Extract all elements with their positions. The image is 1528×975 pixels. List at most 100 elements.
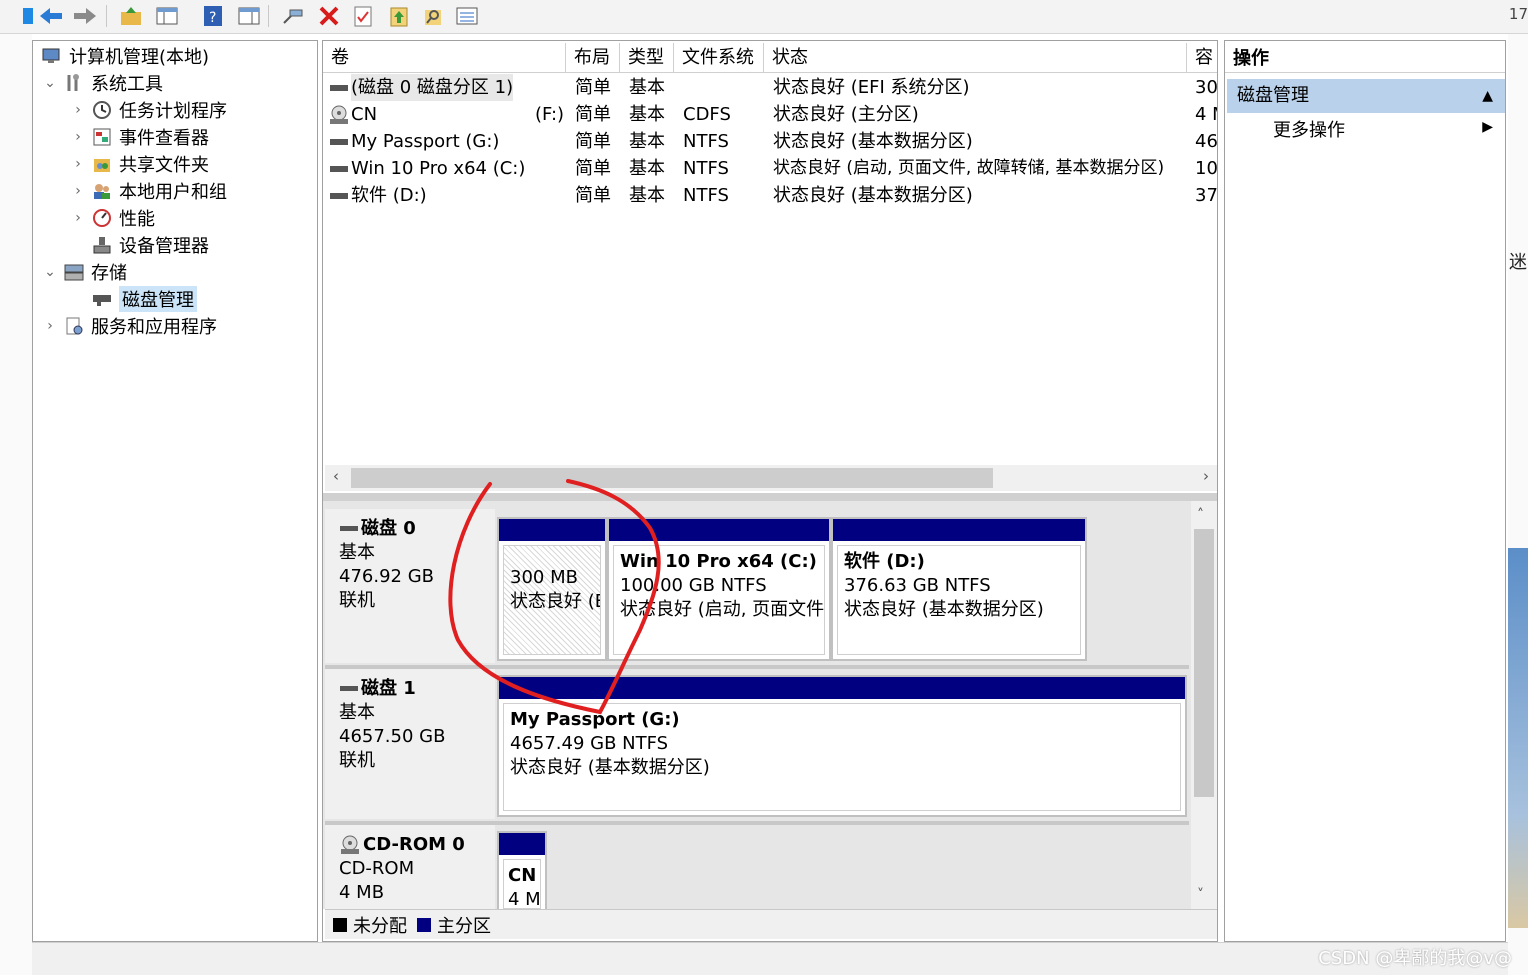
chevron-down-icon[interactable]: ⌄ — [41, 75, 59, 91]
volume-row[interactable]: (磁盘 0 磁盘分区 1) 简单 基本 状态良好 (EFI 系统分区) 30 — [323, 74, 1217, 101]
actions-pane: 操作 磁盘管理 ▲ 更多操作 ▶ — [1224, 40, 1506, 942]
show-action-pane-icon[interactable] — [236, 3, 262, 29]
connect-drive-icon[interactable] — [280, 3, 306, 29]
partition-legend: 未分配 主分区 — [325, 909, 1217, 939]
chevron-right-icon[interactable]: › — [69, 183, 87, 199]
tree-item-computer-management[interactable]: 计算机管理(本地) — [37, 43, 209, 69]
edge-text: 迷 — [1509, 252, 1527, 273]
disk-graphical-view: 磁盘 0 基本 476.92 GB 联机 300 MB 状态良好 (E Win … — [323, 501, 1217, 909]
column-header-status[interactable]: 状态 — [764, 43, 1187, 73]
toolbar-edge-text: 17 — [1508, 5, 1528, 23]
disk-icon — [340, 686, 358, 691]
status-bar — [32, 942, 1508, 975]
disk-management-icon — [91, 288, 113, 310]
forward-icon[interactable] — [72, 3, 98, 29]
more-actions-item[interactable]: 更多操作 — [1273, 117, 1345, 145]
computer-management-icon — [41, 45, 63, 67]
tree-item-device-manager[interactable]: 设备管理器 — [69, 232, 209, 258]
volume-list-hscrollbar[interactable]: ‹ › — [325, 465, 1217, 491]
submenu-arrow-icon: ▶ — [1482, 119, 1493, 135]
volume-row[interactable]: Win 10 Pro x64 (C:) 简单 基本 NTFS 状态良好 (启动,… — [323, 155, 1217, 182]
tree-item-shared-folders[interactable]: › 共享文件夹 — [69, 151, 209, 177]
actions-section-disk-management[interactable]: 磁盘管理 ▲ — [1227, 79, 1505, 113]
chevron-right-icon[interactable]: › — [69, 129, 87, 145]
primary-partition-swatch — [417, 917, 431, 932]
event-viewer-icon — [91, 126, 113, 148]
unallocated-swatch — [333, 917, 347, 932]
properties-icon[interactable] — [350, 3, 376, 29]
volume-row[interactable]: 软件 (D:) 简单 基本 NTFS 状态良好 (基本数据分区) 37 — [323, 182, 1217, 209]
storage-icon — [63, 261, 85, 283]
partition-efi[interactable]: 300 MB 状态良好 (E — [497, 517, 607, 661]
tree-item-storage[interactable]: ⌄ 存储 — [41, 259, 127, 285]
drive-icon — [330, 192, 348, 199]
vscroll-thumb[interactable] — [1194, 529, 1214, 797]
shared-folders-icon — [91, 153, 113, 175]
volume-row[interactable]: CN (F:) 简单 基本 CDFS 状态良好 (主分区) 4 M — [323, 101, 1217, 128]
console-tree: 计算机管理(本地) ⌄ 系统工具 › 任务计划程序 › 事件查看器 › 共享文件… — [32, 40, 318, 942]
partition-cn[interactable]: CN 4 M — [497, 831, 547, 909]
help-icon[interactable]: ? — [200, 3, 226, 29]
disk-icon — [340, 526, 358, 531]
column-header-volume[interactable]: 卷 — [323, 43, 566, 73]
local-users-icon — [91, 180, 113, 202]
volume-list-header: 卷 布局 类型 文件系统 状态 容 — [323, 43, 1217, 73]
disk-info-1[interactable]: 磁盘 1 基本 4657.50 GB 联机 — [325, 669, 495, 819]
drive-icon — [330, 84, 348, 91]
chevron-right-icon[interactable]: › — [69, 210, 87, 226]
tree-item-event-viewer[interactable]: › 事件查看器 — [69, 124, 209, 150]
show-hide-tree-icon[interactable] — [154, 3, 180, 29]
cdrom-icon — [341, 835, 359, 854]
export-list-icon[interactable] — [386, 3, 412, 29]
disk-view-vscrollbar[interactable]: ˄ ˅ — [1191, 501, 1217, 909]
hscroll-thumb[interactable] — [351, 468, 993, 488]
volume-row[interactable]: My Passport (G:) 简单 基本 NTFS 状态良好 (基本数据分区… — [323, 128, 1217, 155]
services-apps-icon — [63, 315, 85, 337]
disk-info-0[interactable]: 磁盘 0 基本 476.92 GB 联机 — [325, 509, 495, 663]
column-header-filesystem[interactable]: 文件系统 — [674, 43, 764, 73]
scroll-right-icon[interactable]: › — [1203, 467, 1209, 485]
disk-info-cdrom[interactable]: CD-ROM 0 CD-ROM 4 MB — [325, 825, 495, 909]
actions-header: 操作 — [1225, 43, 1505, 73]
cdrom-icon — [330, 105, 348, 124]
disk-row-0: 磁盘 0 基本 476.92 GB 联机 300 MB 状态良好 (E Win … — [325, 509, 1189, 663]
search-folder-icon[interactable] — [420, 3, 446, 29]
scroll-down-icon[interactable]: ˅ — [1197, 887, 1204, 903]
toolbar: ? 17 — [0, 0, 1528, 34]
tree-item-disk-management[interactable]: 磁盘管理 — [69, 286, 197, 312]
column-header-type[interactable]: 类型 — [620, 43, 674, 73]
scroll-up-icon[interactable]: ˄ — [1197, 507, 1204, 523]
left-window-edge — [0, 34, 32, 975]
partition-g[interactable]: My Passport (G:) 4657.49 GB NTFS 状态良好 (基… — [497, 675, 1187, 817]
partition-c[interactable]: Win 10 Pro x64 (C:) 100.00 GB NTFS 状态良好 … — [607, 517, 831, 661]
system-tools-icon — [63, 72, 85, 94]
chevron-right-icon[interactable]: › — [69, 156, 87, 172]
tree-item-local-users[interactable]: › 本地用户和组 — [69, 178, 227, 204]
performance-icon — [91, 207, 113, 229]
collapse-up-icon[interactable]: ▲ — [1482, 79, 1493, 113]
chevron-right-icon[interactable]: › — [41, 318, 59, 334]
disk-row-cdrom: CD-ROM 0 CD-ROM 4 MB CN 4 M — [325, 825, 1189, 909]
list-view-icon[interactable] — [454, 3, 480, 29]
drive-icon — [330, 165, 348, 172]
watermark: CSDN @卑鄙的我@v@ — [1318, 948, 1512, 969]
column-header-layout[interactable]: 布局 — [566, 43, 620, 73]
tree-item-services-apps[interactable]: › 服务和应用程序 — [41, 313, 217, 339]
tree-item-task-scheduler[interactable]: › 任务计划程序 — [69, 97, 227, 123]
pane-splitter[interactable] — [323, 493, 1217, 501]
background-window-strip — [1508, 548, 1528, 928]
task-scheduler-icon — [91, 99, 113, 121]
back-icon[interactable] — [38, 3, 64, 29]
disk-management-pane: 卷 布局 类型 文件系统 状态 容 (磁盘 0 磁盘分区 1) 简单 基本 状态… — [322, 40, 1218, 942]
svg-text:?: ? — [209, 10, 216, 26]
scroll-left-icon[interactable]: ‹ — [333, 467, 339, 485]
device-manager-icon — [91, 234, 113, 256]
tree-item-system-tools[interactable]: ⌄ 系统工具 — [41, 70, 163, 96]
chevron-down-icon[interactable]: ⌄ — [41, 264, 59, 280]
tree-item-performance[interactable]: › 性能 — [69, 205, 155, 231]
column-header-capacity[interactable]: 容 — [1187, 43, 1217, 73]
delete-icon[interactable] — [316, 3, 342, 29]
chevron-right-icon[interactable]: › — [69, 102, 87, 118]
up-folder-icon[interactable] — [118, 3, 144, 29]
partition-d[interactable]: 软件 (D:) 376.63 GB NTFS 状态良好 (基本数据分区) — [831, 517, 1087, 661]
